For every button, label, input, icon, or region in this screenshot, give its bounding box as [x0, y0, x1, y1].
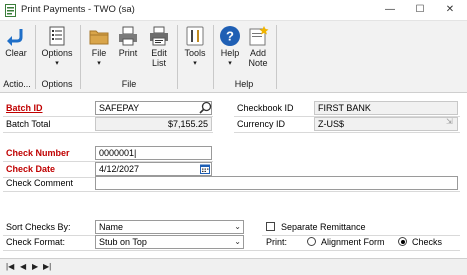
- alignment-form-radio[interactable]: [307, 237, 316, 246]
- ribbon-separator: [213, 25, 214, 89]
- ribbon-separator: [177, 25, 178, 89]
- calendar-icon[interactable]: [200, 164, 210, 174]
- checkbook-id-label: Checkbook ID: [237, 103, 294, 113]
- divider: [3, 132, 213, 133]
- check-number-label: Check Number: [6, 148, 70, 158]
- batch-total-label: Batch Total: [6, 119, 51, 129]
- options-label: Options: [41, 48, 73, 58]
- alignment-form-label: Alignment Form: [321, 237, 385, 247]
- divider: [3, 191, 460, 192]
- print-button[interactable]: Print: [115, 25, 141, 58]
- print-label: Print: [118, 48, 138, 58]
- tools-button[interactable]: Tools ▾: [181, 25, 209, 69]
- file-dropdown-icon: ▾: [97, 60, 101, 67]
- file-icon: [89, 30, 109, 45]
- file-button[interactable]: File ▾: [86, 25, 112, 69]
- nav-last-icon[interactable]: ▶|: [43, 262, 51, 271]
- help-label: Help: [220, 48, 240, 58]
- sort-checks-dropdown[interactable]: Name ⌄: [95, 220, 244, 234]
- checks-radio[interactable]: [398, 237, 407, 246]
- ribbon-separator: [276, 25, 277, 89]
- sort-checks-value: Name: [99, 222, 124, 232]
- options-icon: [49, 26, 65, 46]
- checks-label: Checks: [412, 237, 443, 247]
- dropdown-icon: ⌄: [234, 237, 241, 246]
- sort-checks-label: Sort Checks By:: [6, 222, 71, 232]
- currency-id-value: Z-US$: [318, 119, 345, 129]
- file-label: File: [91, 48, 107, 58]
- separate-remittance-checkbox[interactable]: [266, 222, 275, 231]
- currency-id-label: Currency ID: [237, 119, 286, 129]
- check-number-value: 0000001|: [99, 148, 137, 158]
- minimize-button[interactable]: —: [375, 1, 405, 19]
- print-icon: [119, 26, 137, 46]
- record-navigation-bar: |◀ ◀ ▶ ▶|: [0, 258, 467, 275]
- options-dropdown-icon: ▾: [55, 60, 59, 67]
- group-help-label: Help: [234, 79, 254, 89]
- close-button[interactable]: ✕: [435, 1, 465, 19]
- check-date-value: 4/12/2027: [99, 164, 140, 174]
- ribbon-toolbar: Clear Actio... Options ▾ Options File ▾ …: [0, 21, 467, 93]
- maximize-button[interactable]: ☐: [405, 1, 435, 19]
- tools-icon: [186, 26, 204, 46]
- form-area: Batch ID SAFEPAY Checkbook ID FIRST BANK…: [0, 94, 467, 257]
- ribbon-separator: [35, 25, 36, 89]
- group-actions-label: Actio...: [3, 79, 31, 89]
- svg-text:?: ?: [226, 29, 234, 44]
- clear-button[interactable]: Clear: [3, 25, 29, 58]
- nav-prev-icon[interactable]: ◀: [20, 262, 26, 271]
- add-note-label: Add Note: [248, 48, 268, 68]
- check-format-dropdown[interactable]: Stub on Top ⌄: [95, 235, 244, 249]
- separate-remittance-label: Separate Remittance: [281, 222, 366, 232]
- add-note-icon: [249, 26, 269, 46]
- group-options-label: Options: [41, 79, 73, 89]
- window-title: Print Payments - TWO (sa): [21, 4, 135, 15]
- tools-label: Tools: [184, 48, 206, 58]
- help-button[interactable]: ? Help ▾: [217, 25, 243, 69]
- add-note-button[interactable]: Add Note: [244, 25, 272, 68]
- app-icon: [5, 4, 16, 17]
- batch-id-label[interactable]: Batch ID: [6, 103, 43, 113]
- batch-total-value: $7,155.25: [167, 119, 208, 129]
- check-comment-field[interactable]: [95, 176, 458, 190]
- batch-total-field: $7,155.25: [95, 117, 212, 131]
- check-date-field[interactable]: 4/12/2027: [95, 162, 212, 176]
- print-option-label: Print:: [266, 237, 288, 247]
- dropdown-icon: ⌄: [234, 222, 241, 231]
- help-dropdown-icon: ▾: [228, 60, 232, 67]
- batch-id-field[interactable]: SAFEPAY: [95, 101, 212, 115]
- checkbook-id-value: FIRST BANK: [318, 103, 371, 113]
- nav-next-icon[interactable]: ▶: [32, 262, 38, 271]
- checkbook-id-field: FIRST BANK: [314, 101, 458, 115]
- ribbon-separator: [80, 25, 81, 89]
- options-button[interactable]: Options ▾: [39, 25, 75, 69]
- clear-icon: [7, 29, 23, 46]
- check-comment-label: Check Comment: [6, 178, 74, 188]
- divider: [262, 235, 460, 236]
- group-file-label: File: [121, 79, 137, 89]
- currency-expand-icon: ⇲: [446, 117, 453, 126]
- nav-first-icon[interactable]: |◀: [6, 262, 14, 271]
- tools-dropdown-icon: ▾: [193, 60, 197, 67]
- help-icon: ?: [220, 26, 240, 46]
- title-bar: Print Payments - TWO (sa) — ☐ ✕: [0, 0, 467, 21]
- divider: [234, 132, 460, 133]
- edit-list-icon: [150, 26, 168, 46]
- check-format-label: Check Format:: [6, 237, 66, 247]
- check-format-value: Stub on Top: [99, 237, 147, 247]
- clear-label: Clear: [5, 48, 27, 58]
- edit-list-button[interactable]: Edit List: [145, 25, 173, 68]
- check-date-label: Check Date: [6, 164, 56, 174]
- batch-id-value: SAFEPAY: [99, 103, 140, 113]
- currency-id-field: Z-US$: [314, 117, 458, 131]
- edit-list-label: Edit List: [151, 48, 167, 68]
- divider: [3, 250, 460, 251]
- check-number-field[interactable]: 0000001|: [95, 146, 212, 160]
- lookup-icon[interactable]: [199, 101, 212, 114]
